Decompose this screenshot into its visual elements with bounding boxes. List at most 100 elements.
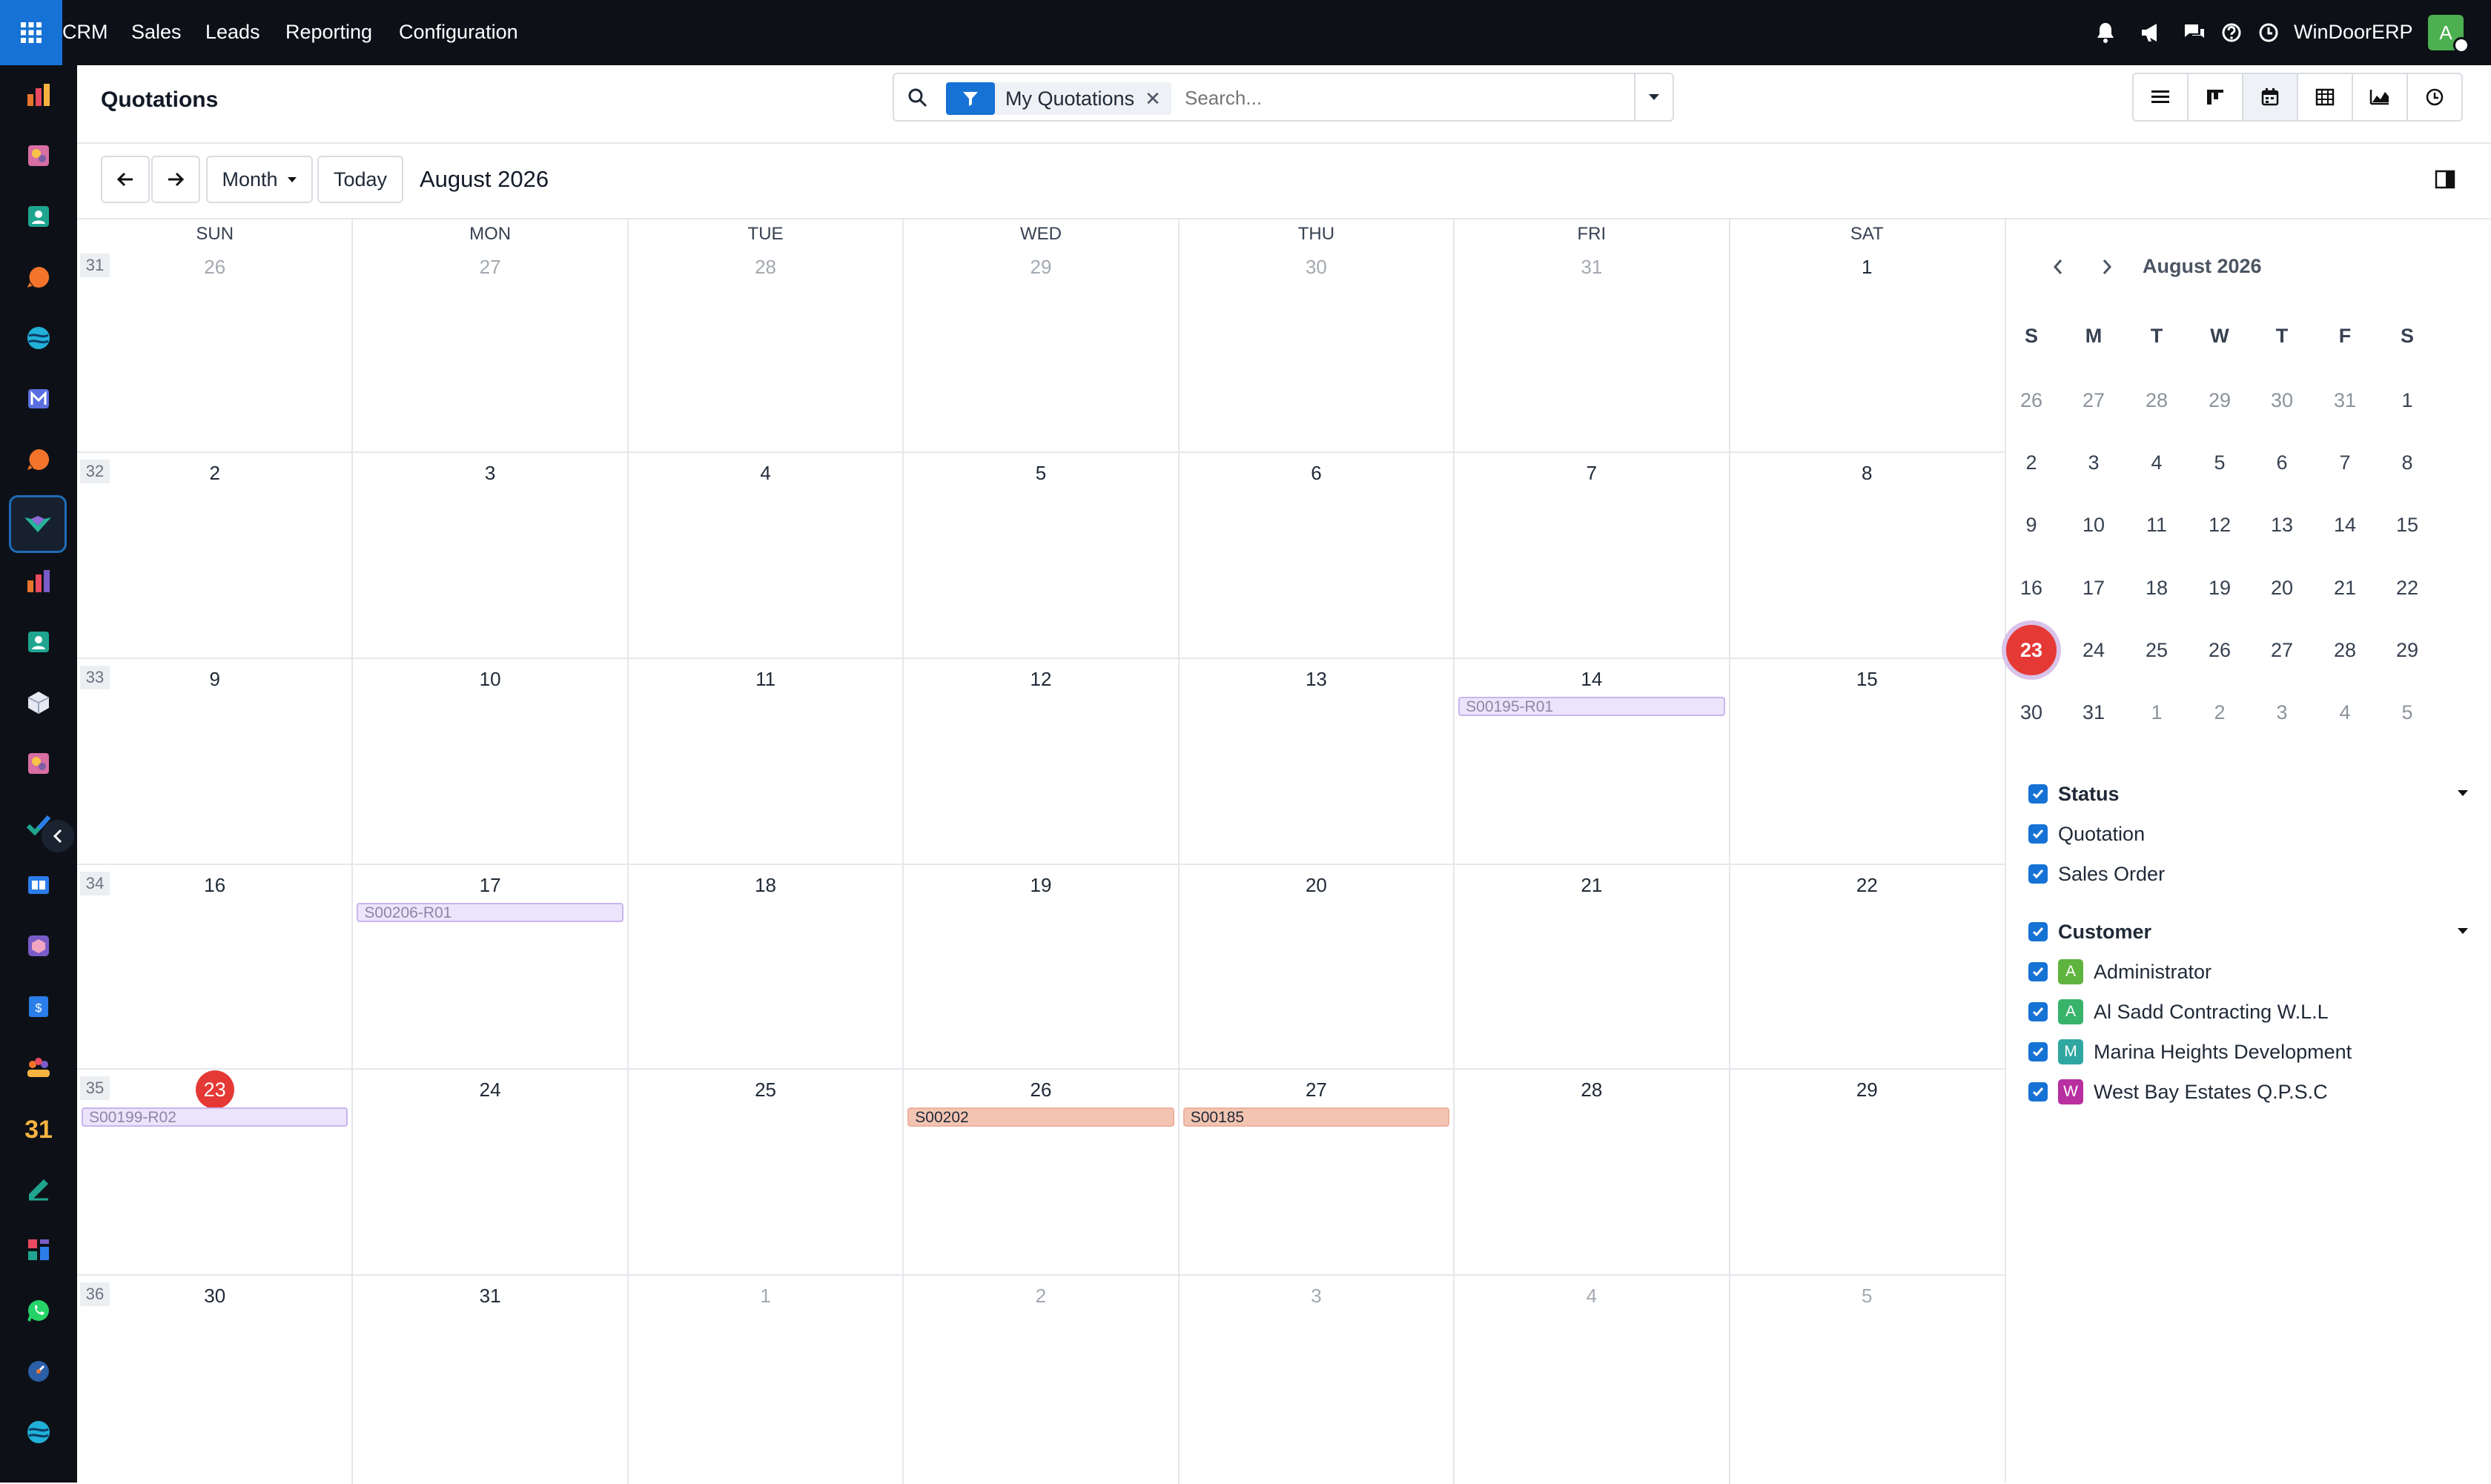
website-app-icon[interactable] [22,322,55,354]
mini-day[interactable]: 8 [2385,440,2429,485]
search-icon[interactable] [904,85,931,111]
mini-day[interactable]: 25 [2134,628,2179,672]
contacts-app-icon[interactable] [22,200,55,233]
next-button[interactable] [151,156,200,203]
day-number[interactable]: 4 [1562,1282,1621,1309]
day-number[interactable]: 30 [185,1282,245,1309]
day-number[interactable]: 1 [736,1282,795,1309]
sales-app-icon[interactable] [22,565,55,597]
menu-reporting[interactable]: Reporting [285,0,372,65]
sidebar-collapse-button[interactable] [42,820,74,852]
mini-day[interactable]: 15 [2385,503,2429,547]
mini-day[interactable]: 18 [2134,566,2179,610]
day-number[interactable]: 5 [1011,460,1071,486]
today-day-number[interactable]: 23 [195,1070,234,1109]
activity-view-button[interactable] [2406,73,2463,122]
calendar-event[interactable]: S00185 [1182,1107,1450,1127]
mini-day[interactable]: 10 [2071,503,2116,547]
day-number[interactable]: 29 [1011,254,1071,280]
day-number[interactable]: 15 [1837,666,1896,692]
day-number[interactable]: 11 [736,666,795,692]
mini-day[interactable]: 30 [2009,690,2054,735]
day-number[interactable]: 27 [460,254,520,280]
mini-prev-button[interactable] [2043,252,2073,282]
team-app-icon[interactable] [22,1051,55,1084]
mini-day[interactable]: 29 [2197,378,2242,423]
mini-day[interactable]: 1 [2385,378,2429,423]
inventory-app-icon[interactable] [22,686,55,719]
bell-icon[interactable] [2091,18,2120,47]
day-number[interactable]: 27 [1286,1076,1346,1103]
company-switcher[interactable]: WinDoorERP [2294,0,2413,65]
search-facet[interactable]: My Quotations ✕ [946,82,1171,115]
day-number[interactable]: 30 [1286,254,1346,280]
status-filter-checkbox[interactable] [2028,784,2048,804]
mini-day[interactable]: 4 [2134,440,2179,485]
day-number[interactable]: 13 [1286,666,1346,692]
customer-filter-checkbox[interactable] [2028,922,2048,941]
knowledge-app-icon[interactable] [22,869,55,901]
day-number[interactable]: 2 [185,460,245,486]
mini-day[interactable]: 27 [2071,378,2116,423]
mini-day[interactable]: 26 [2009,378,2054,423]
mini-day[interactable]: 26 [2197,628,2242,672]
megaphone-icon[interactable] [2137,18,2166,47]
studio-app-icon[interactable] [22,747,55,780]
customer-checkbox[interactable] [2028,1002,2048,1021]
mini-day[interactable]: 11 [2134,503,2179,547]
crm-app-icon[interactable] [9,495,67,553]
calendar-view-button[interactable] [2242,73,2298,122]
day-number[interactable]: 18 [736,872,795,898]
mini-day[interactable]: 29 [2385,628,2429,672]
mini-day[interactable]: 30 [2260,378,2304,423]
day-number[interactable]: 26 [1011,1076,1071,1103]
mini-day[interactable]: 28 [2134,378,2179,423]
mini-day[interactable]: 1 [2134,690,2179,735]
sign-app-icon[interactable] [22,1173,55,1205]
day-number[interactable]: 28 [736,254,795,280]
dashboard-app-icon[interactable] [22,79,55,111]
website-builder-app-icon[interactable] [22,1416,55,1448]
day-number[interactable]: 4 [736,460,795,486]
menu-sales[interactable]: Sales [131,0,182,65]
menu-leads[interactable]: Leads [205,0,260,65]
day-number[interactable]: 8 [1837,460,1896,486]
mini-day[interactable]: 14 [2323,503,2367,547]
search-options-toggle[interactable] [1634,74,1673,120]
day-number[interactable]: 5 [1837,1282,1896,1309]
mini-day[interactable]: 28 [2323,628,2367,672]
mini-next-button[interactable] [2092,252,2122,282]
menu-crm[interactable]: CRM [62,0,108,65]
mini-day[interactable]: 31 [2323,378,2367,423]
mini-day[interactable]: 22 [2385,566,2429,610]
chat-icon[interactable] [2180,18,2209,47]
mail-app-icon[interactable] [22,382,55,415]
mini-day[interactable]: 9 [2009,503,2054,547]
calendar-event[interactable]: S00202 [907,1107,1174,1127]
previous-button[interactable] [101,156,150,203]
calendar-event[interactable]: S00206-R01 [357,903,623,922]
menu-configuration[interactable]: Configuration [399,0,518,65]
day-number[interactable]: 20 [1286,872,1346,898]
mini-day[interactable]: 19 [2197,566,2242,610]
day-number[interactable]: 31 [1562,254,1621,280]
mini-day[interactable]: 31 [2071,690,2116,735]
mini-day[interactable]: 16 [2009,566,2054,610]
sales-order-checkbox[interactable] [2028,864,2048,884]
day-number[interactable]: 25 [736,1076,795,1103]
list-view-button[interactable] [2132,73,2189,122]
day-number[interactable]: 3 [1286,1282,1346,1309]
mini-day[interactable]: 20 [2260,566,2304,610]
mini-day[interactable]: 5 [2197,440,2242,485]
mini-day[interactable]: 27 [2260,628,2304,672]
search-input[interactable] [1185,83,1600,113]
whatsapp-app-icon[interactable] [22,1294,55,1327]
mini-today[interactable]: 23 [2002,620,2061,680]
calendar-app-icon[interactable]: 31 [22,1112,55,1145]
day-number[interactable]: 16 [185,872,245,898]
mini-day[interactable]: 3 [2260,690,2304,735]
calendar-event[interactable]: S00199-R02 [82,1107,348,1127]
day-number[interactable]: 26 [185,254,245,280]
customer-filter-collapse-icon[interactable] [2454,922,2472,940]
mini-day[interactable]: 17 [2071,566,2116,610]
